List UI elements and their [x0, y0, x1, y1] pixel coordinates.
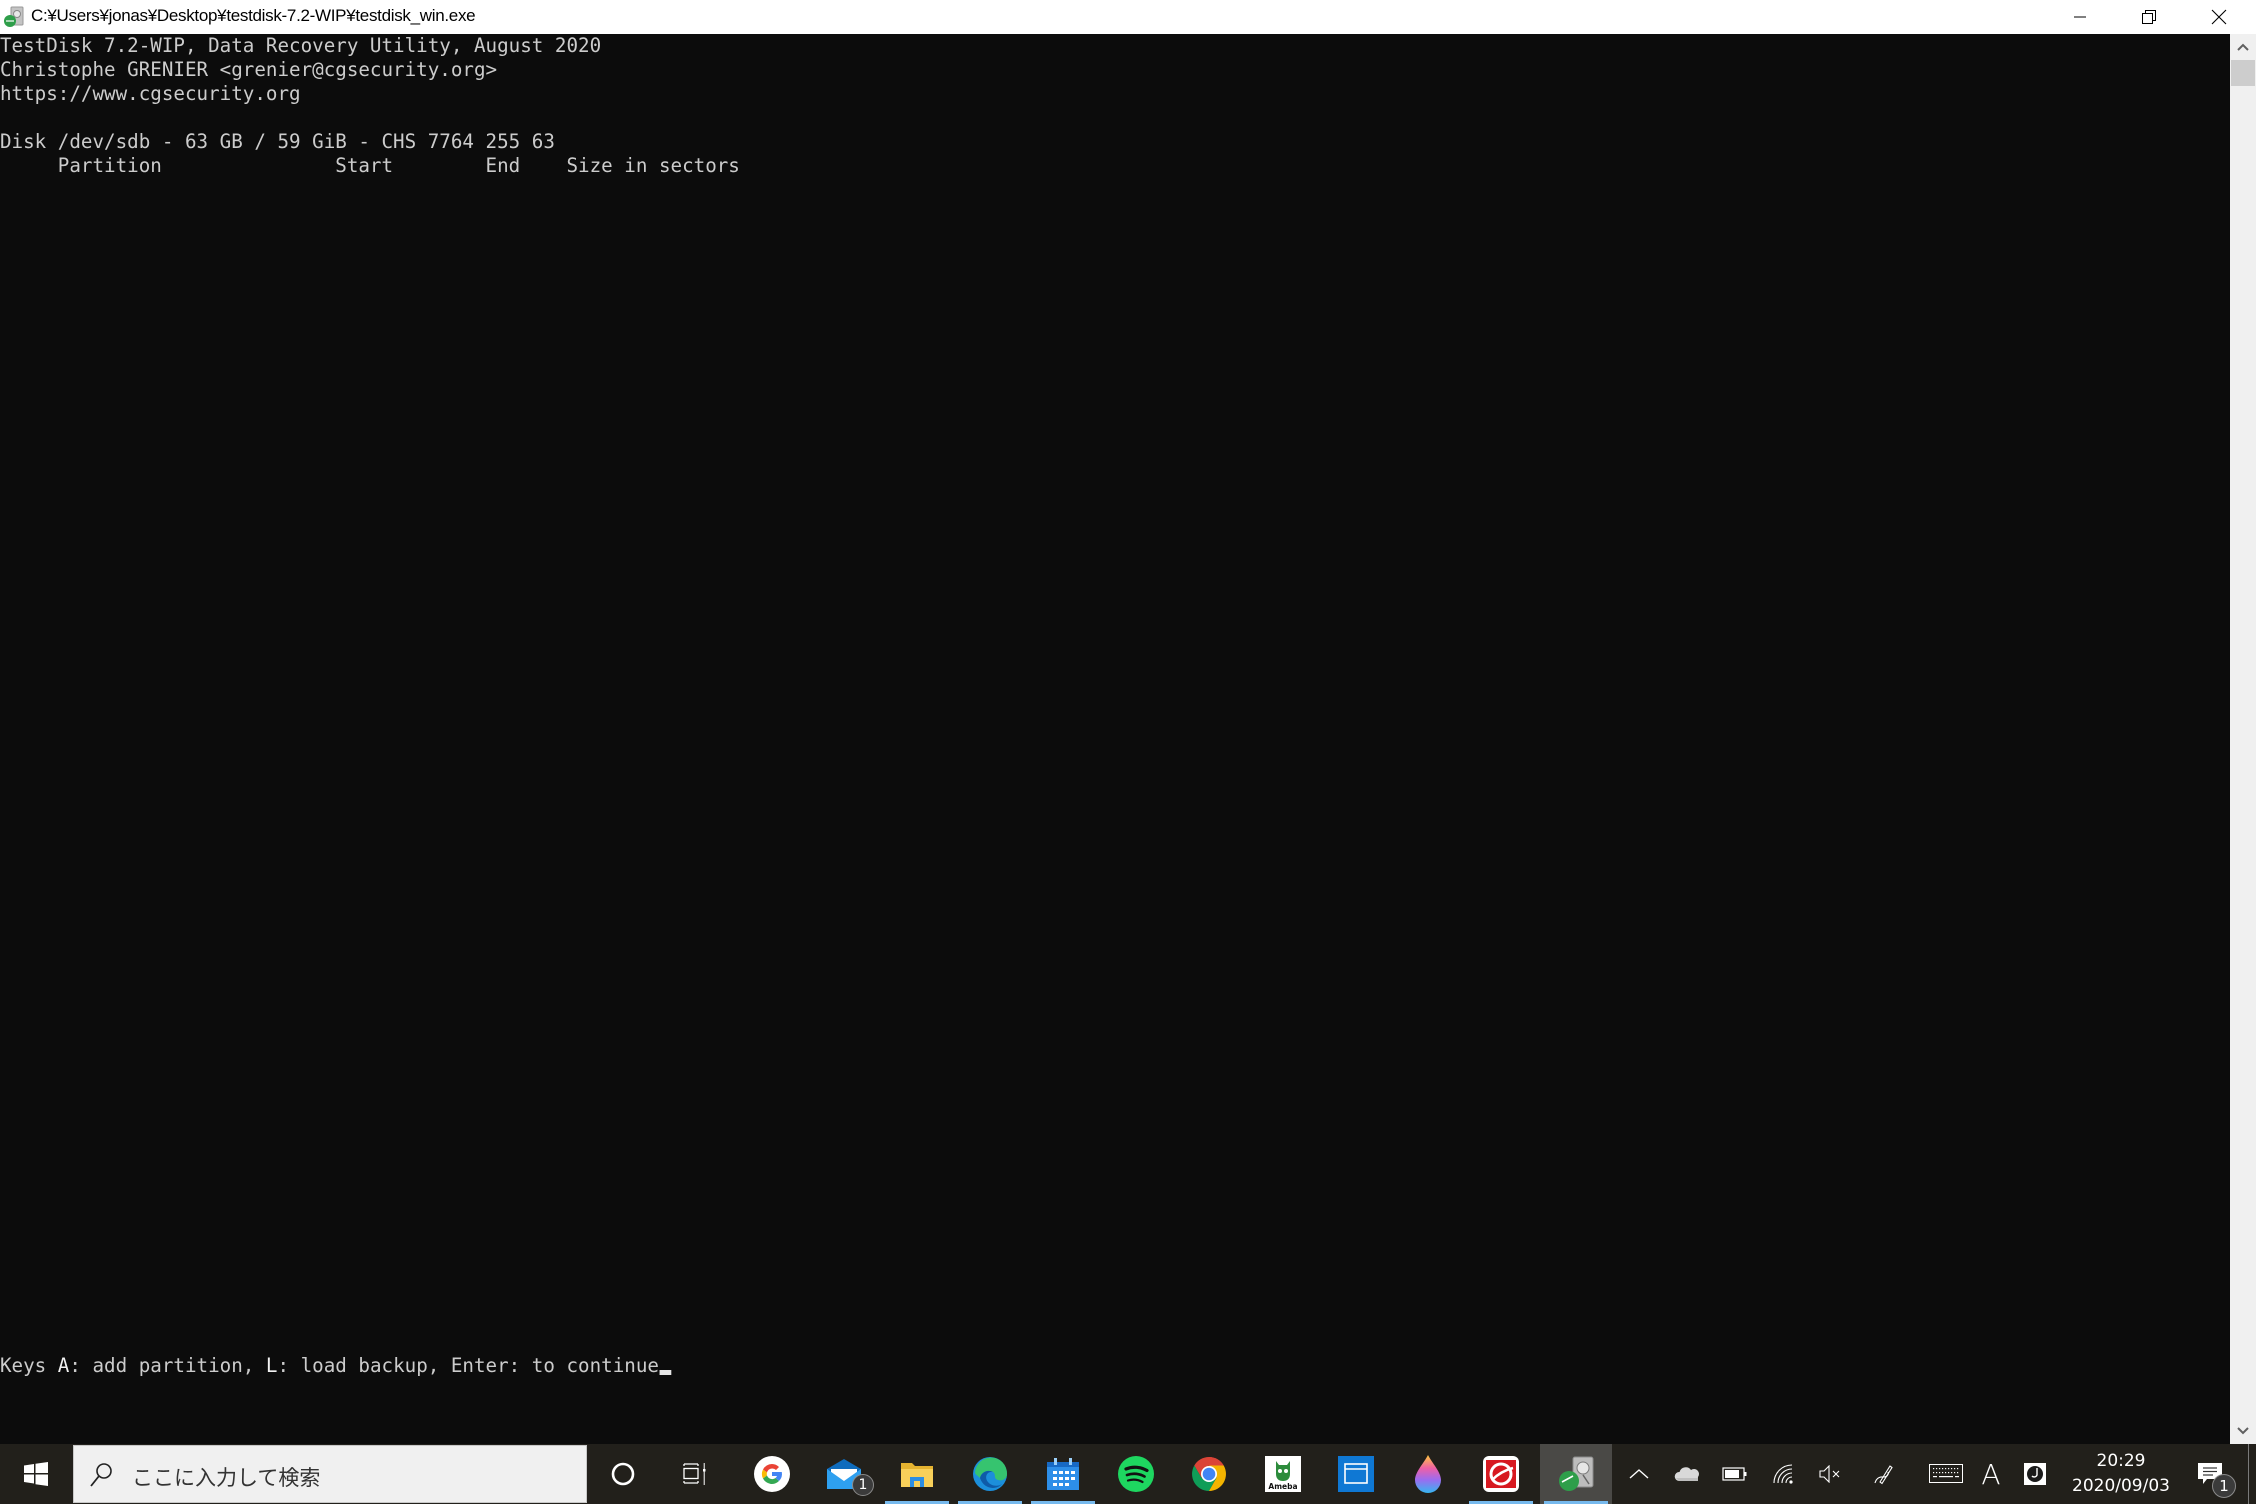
touch-keyboard-button[interactable]	[1922, 1444, 1970, 1504]
taskbar-app-chrome[interactable]	[1173, 1444, 1245, 1504]
ime-mode-button[interactable]: A	[1974, 1444, 2008, 1504]
prompt-continue-text: : load backup, Enter: to continue	[277, 1354, 659, 1377]
task-view-button[interactable]	[659, 1444, 731, 1504]
taskbar-app-paint-3d[interactable]	[1392, 1444, 1464, 1504]
windows-ink-button[interactable]	[1862, 1444, 1906, 1504]
volume-muted-icon	[1819, 1465, 1840, 1483]
battery-button[interactable]	[1713, 1444, 1757, 1504]
action-center-button[interactable]: 1	[2184, 1444, 2236, 1504]
paint-drop-icon	[1415, 1455, 1441, 1493]
testdisk-icon	[3, 6, 25, 28]
taskbar-app-spotify[interactable]	[1100, 1444, 1172, 1504]
restore-button[interactable]	[2114, 0, 2183, 34]
clock-time: 20:29	[2096, 1451, 2146, 1471]
chevron-down-icon	[2237, 1427, 2249, 1435]
disk-info: Disk /dev/sdb - 63 GB / 59 GiB - CHS 776…	[0, 130, 555, 153]
task-view-icon	[683, 1463, 706, 1485]
taskbar-app-calendar[interactable]	[1027, 1444, 1099, 1504]
scroll-down-button[interactable]	[2230, 1418, 2256, 1444]
edge-icon	[973, 1457, 1008, 1491]
taskbar-app-window[interactable]	[1320, 1444, 1392, 1504]
pen-icon	[1874, 1465, 1893, 1485]
cortana-icon	[611, 1462, 635, 1486]
mail-badge: 1	[852, 1474, 874, 1496]
window-title: C:¥Users¥jonas¥Desktop¥testdisk-7.2-WIP¥…	[31, 6, 476, 25]
prompt-add-partition-text: : add partition,	[69, 1354, 266, 1377]
scroll-up-button[interactable]	[2230, 34, 2256, 60]
folder-icon	[901, 1463, 933, 1487]
console-line-url: https://www.cgsecurity.org	[0, 82, 301, 105]
taskbar-app-file-explorer[interactable]	[881, 1444, 953, 1504]
notification-count-badge: 1	[2212, 1474, 2236, 1498]
battery-icon	[1722, 1467, 1747, 1481]
vertical-scrollbar[interactable]	[2230, 34, 2256, 1444]
minimize-button[interactable]	[2045, 0, 2114, 34]
google-icon	[754, 1456, 790, 1492]
show-desktop-button[interactable]	[2248, 1444, 2249, 1504]
scroll-thumb[interactable]	[2231, 60, 2255, 86]
taskbar-app-trend-micro[interactable]	[1465, 1444, 1537, 1504]
volume-button[interactable]	[1808, 1444, 1852, 1504]
partition-table-header: Partition Start End Size in sectors	[0, 154, 740, 177]
ameba-label: Ameba	[1268, 1482, 1297, 1491]
ameba-icon: Ameba	[1265, 1456, 1301, 1492]
key-prompt: Keys A: add partition, L: load backup, E…	[0, 1354, 672, 1378]
taskbar-search-box[interactable]: ここに入力して検索	[73, 1445, 587, 1503]
trend-micro-icon	[1483, 1456, 1519, 1492]
console-line-author: Christophe GRENIER <grenier@cgsecurity.o…	[0, 58, 498, 81]
wifi-icon	[1773, 1464, 1793, 1484]
taskbar-app-testdisk[interactable]	[1540, 1444, 1612, 1504]
onedrive-icon	[1674, 1467, 1699, 1481]
console-line-header: TestDisk 7.2-WIP, Data Recovery Utility,…	[0, 34, 602, 57]
restore-icon	[2141, 10, 2156, 24]
ime-icon: A	[1981, 1457, 2001, 1491]
close-button[interactable]	[2184, 0, 2253, 34]
prompt-prefix: Keys	[0, 1354, 58, 1377]
text-cursor	[659, 1370, 672, 1375]
testdisk-icon	[1559, 1456, 1594, 1491]
taskbar-app-edge[interactable]	[954, 1444, 1026, 1504]
title-bar: C:¥Users¥jonas¥Desktop¥testdisk-7.2-WIP¥…	[0, 0, 2256, 34]
search-icon	[90, 1463, 112, 1487]
minimize-icon	[2073, 16, 2086, 18]
taskbar-app-ameba[interactable]: Ameba	[1247, 1444, 1319, 1504]
console-output[interactable]: TestDisk 7.2-WIP, Data Recovery Utility,…	[0, 34, 2230, 1444]
j-app-icon	[2024, 1463, 2046, 1485]
j-app-tray-button[interactable]	[2014, 1444, 2056, 1504]
taskbar-clock[interactable]: 20:29 2020/09/03	[2070, 1444, 2172, 1504]
key-l-load-backup[interactable]: L	[266, 1354, 278, 1377]
onedrive-button[interactable]	[1665, 1444, 1709, 1504]
taskbar-app-mail[interactable]: 1	[808, 1444, 880, 1504]
touch-keyboard-icon	[1929, 1464, 1963, 1483]
network-button[interactable]	[1762, 1444, 1806, 1504]
chevron-up-icon	[1629, 1469, 1649, 1479]
show-hidden-icons-button[interactable]	[1622, 1444, 1656, 1504]
chrome-icon	[1192, 1457, 1226, 1491]
start-button[interactable]	[0, 1444, 72, 1504]
taskbar: ここに入力して検索 1 Ameba A 20:29 2020/09/03 1	[0, 1444, 2256, 1504]
spotify-icon	[1118, 1456, 1154, 1492]
cortana-button[interactable]	[587, 1444, 659, 1504]
search-placeholder: ここに入力して検索	[132, 1466, 321, 1490]
window-app-icon	[1338, 1456, 1374, 1492]
clock-date: 2020/09/03	[2072, 1476, 2170, 1496]
calendar-icon	[1047, 1458, 1079, 1490]
windows-start-icon	[24, 1462, 48, 1486]
chevron-up-icon	[2237, 43, 2249, 51]
key-a-add-partition[interactable]: A	[58, 1354, 70, 1377]
taskbar-app-google[interactable]	[736, 1444, 808, 1504]
close-icon	[2211, 9, 2226, 25]
